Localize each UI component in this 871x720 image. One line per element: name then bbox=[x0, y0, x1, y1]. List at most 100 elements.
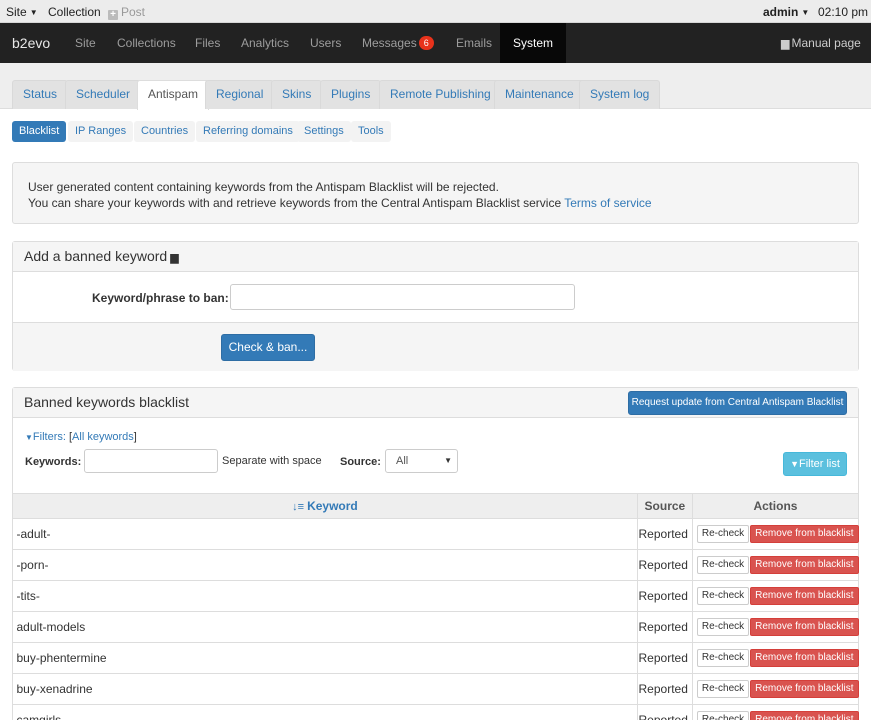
table-row: buy-phentermine Reported Re-check Remove fr… bbox=[12, 642, 859, 674]
keyword-cell: -porn- bbox=[12, 549, 638, 581]
user-menu[interactable]: admin ▼ bbox=[763, 5, 809, 19]
nav-analytics[interactable]: Analytics bbox=[241, 23, 289, 63]
tab-remote-publishing[interactable]: Remote Publishing bbox=[379, 80, 502, 109]
recheck-button[interactable]: Re-check bbox=[696, 680, 750, 698]
main-navbar: b2evo Site Collections Files Analytics U… bbox=[0, 23, 871, 63]
remove-from-blacklist-button[interactable]: Remove from blacklist bbox=[750, 618, 859, 636]
keyword-cell: -tits- bbox=[12, 580, 638, 612]
nav-messages[interactable]: Messages 6 bbox=[362, 23, 434, 63]
remove-from-blacklist-button[interactable]: Remove from blacklist bbox=[750, 711, 859, 720]
post-link[interactable]: + Post bbox=[108, 5, 145, 20]
keyword-cell: -adult- bbox=[12, 518, 638, 550]
nav-system[interactable]: System bbox=[500, 23, 567, 63]
keywords-filter-input[interactable] bbox=[84, 449, 218, 473]
sort-alpha-icon: ↓≡ bbox=[292, 501, 305, 513]
actions-column-header: Actions bbox=[691, 493, 860, 519]
nav-site[interactable]: Site bbox=[75, 23, 96, 63]
keyword-header-label: Keyword bbox=[307, 499, 358, 513]
book-icon[interactable]: ▆ bbox=[170, 244, 178, 273]
keyword-input[interactable] bbox=[230, 284, 575, 310]
table-row: adult-models Reported Re-check Remove from … bbox=[12, 611, 859, 643]
nav-collections[interactable]: Collections bbox=[117, 23, 176, 63]
caret-down-icon: ▼ bbox=[801, 8, 810, 17]
plus-square-icon: + bbox=[108, 10, 118, 20]
tab-status[interactable]: Status bbox=[12, 80, 69, 109]
source-label: Source: bbox=[340, 456, 381, 468]
source-select[interactable]: All ▼ bbox=[385, 449, 458, 473]
actions-cell: Re-check Remove from blacklist bbox=[691, 704, 859, 720]
pill-ip-ranges[interactable]: IP Ranges bbox=[68, 121, 134, 142]
nav-users[interactable]: Users bbox=[310, 23, 341, 63]
source-cell: Reported bbox=[636, 549, 693, 581]
pill-countries[interactable]: Countries bbox=[134, 121, 196, 142]
separate-hint: Separate with space bbox=[222, 455, 322, 467]
check-ban-button[interactable]: Check & ban... bbox=[221, 334, 315, 361]
remove-from-blacklist-button[interactable]: Remove from blacklist bbox=[750, 680, 859, 698]
collection-menu[interactable]: Collection bbox=[48, 5, 101, 19]
keywords-label: Keywords: bbox=[25, 456, 82, 468]
actions-cell: Re-check Remove from blacklist bbox=[691, 673, 859, 705]
source-column-header: Source bbox=[636, 493, 693, 519]
actions-cell: Re-check Remove from blacklist bbox=[691, 518, 859, 550]
info-line-2: You can share your keywords with and ret… bbox=[28, 195, 843, 211]
select-arrow-icon: ▼ bbox=[444, 456, 452, 465]
tab-antispam[interactable]: Antispam bbox=[137, 80, 210, 110]
nav-files[interactable]: Files bbox=[195, 23, 220, 63]
filter-list-button[interactable]: ▼Filter list bbox=[783, 452, 847, 476]
user-name: admin bbox=[763, 5, 799, 19]
table-row: -tits- Reported Re-check Remove from blackl… bbox=[12, 580, 859, 612]
all-keywords-link[interactable]: All keywords bbox=[72, 431, 134, 443]
manual-page-label: Manual page bbox=[791, 36, 861, 50]
source-cell: Reported bbox=[636, 518, 693, 550]
recheck-button[interactable]: Re-check bbox=[696, 711, 750, 720]
tab-scheduler[interactable]: Scheduler bbox=[65, 80, 142, 109]
keyword-cell: buy-phentermine bbox=[12, 642, 638, 674]
manual-page-link[interactable]: ▆ Manual page bbox=[781, 23, 861, 63]
filters-row: ▼Filters: [All keywords] bbox=[25, 431, 137, 443]
remove-from-blacklist-button[interactable]: Remove from blacklist bbox=[750, 556, 859, 574]
source-cell: Reported bbox=[636, 673, 693, 705]
tab-regional[interactable]: Regional bbox=[205, 80, 275, 109]
tab-maintenance[interactable]: Maintenance bbox=[494, 80, 585, 109]
brand-logo[interactable]: b2evo bbox=[12, 23, 50, 63]
table-row: -adult- Reported Re-check Remove from black… bbox=[12, 518, 859, 550]
system-tabs: Status Scheduler Antispam Regional Skins… bbox=[0, 63, 871, 110]
recheck-button[interactable]: Re-check bbox=[696, 525, 750, 543]
site-menu[interactable]: Site ▼ bbox=[6, 5, 38, 19]
add-banned-keyword-panel: Add a banned keyword ▆ Keyword/phrase to … bbox=[12, 241, 859, 371]
pill-referring-domains[interactable]: Referring domains bbox=[196, 121, 300, 142]
pill-tools[interactable]: Tools bbox=[351, 121, 391, 142]
tab-skins[interactable]: Skins bbox=[271, 80, 323, 109]
actions-cell: Re-check Remove from blacklist bbox=[691, 642, 859, 674]
actions-cell: Re-check Remove from blacklist bbox=[691, 549, 859, 581]
source-cell: Reported bbox=[636, 704, 693, 720]
remove-from-blacklist-button[interactable]: Remove from blacklist bbox=[750, 525, 859, 543]
nav-emails[interactable]: Emails bbox=[456, 23, 492, 63]
pill-settings[interactable]: Settings bbox=[297, 121, 351, 142]
recheck-button[interactable]: Re-check bbox=[696, 618, 750, 636]
filters-toggle[interactable]: ▼Filters: bbox=[25, 431, 66, 443]
recheck-button[interactable]: Re-check bbox=[696, 556, 750, 574]
remove-from-blacklist-button[interactable]: Remove from blacklist bbox=[750, 587, 859, 605]
info-box: User generated content containing keywor… bbox=[12, 162, 859, 224]
info-line-2-text: You can share your keywords with and ret… bbox=[28, 196, 562, 210]
filters-label: Filters: bbox=[32, 431, 66, 443]
caret-down-icon: ▼ bbox=[29, 8, 38, 17]
remove-from-blacklist-button[interactable]: Remove from blacklist bbox=[750, 649, 859, 667]
request-update-button[interactable]: Request update from Central Antispam Bla… bbox=[628, 391, 847, 415]
source-selected-value: All bbox=[396, 455, 409, 467]
pill-blacklist[interactable]: Blacklist bbox=[12, 121, 67, 142]
recheck-button[interactable]: Re-check bbox=[696, 587, 750, 605]
evobar: Site ▼ Collection + Post admin ▼ 02:10 pm bbox=[0, 0, 871, 23]
tab-plugins[interactable]: Plugins bbox=[320, 80, 382, 109]
tab-system-log[interactable]: System log bbox=[579, 80, 661, 109]
keyword-column-header[interactable]: ↓≡ Keyword bbox=[12, 493, 638, 519]
site-menu-label: Site bbox=[6, 5, 27, 19]
recheck-button[interactable]: Re-check bbox=[696, 649, 750, 667]
info-line-1: User generated content containing keywor… bbox=[28, 180, 499, 194]
table-row: camgirls Reported Re-check Remove from blac… bbox=[12, 704, 859, 720]
source-cell: Reported bbox=[636, 580, 693, 612]
terms-of-service-link[interactable]: Terms of service bbox=[564, 196, 651, 210]
nav-messages-label: Messages bbox=[362, 36, 417, 50]
clock: 02:10 pm bbox=[818, 5, 869, 19]
